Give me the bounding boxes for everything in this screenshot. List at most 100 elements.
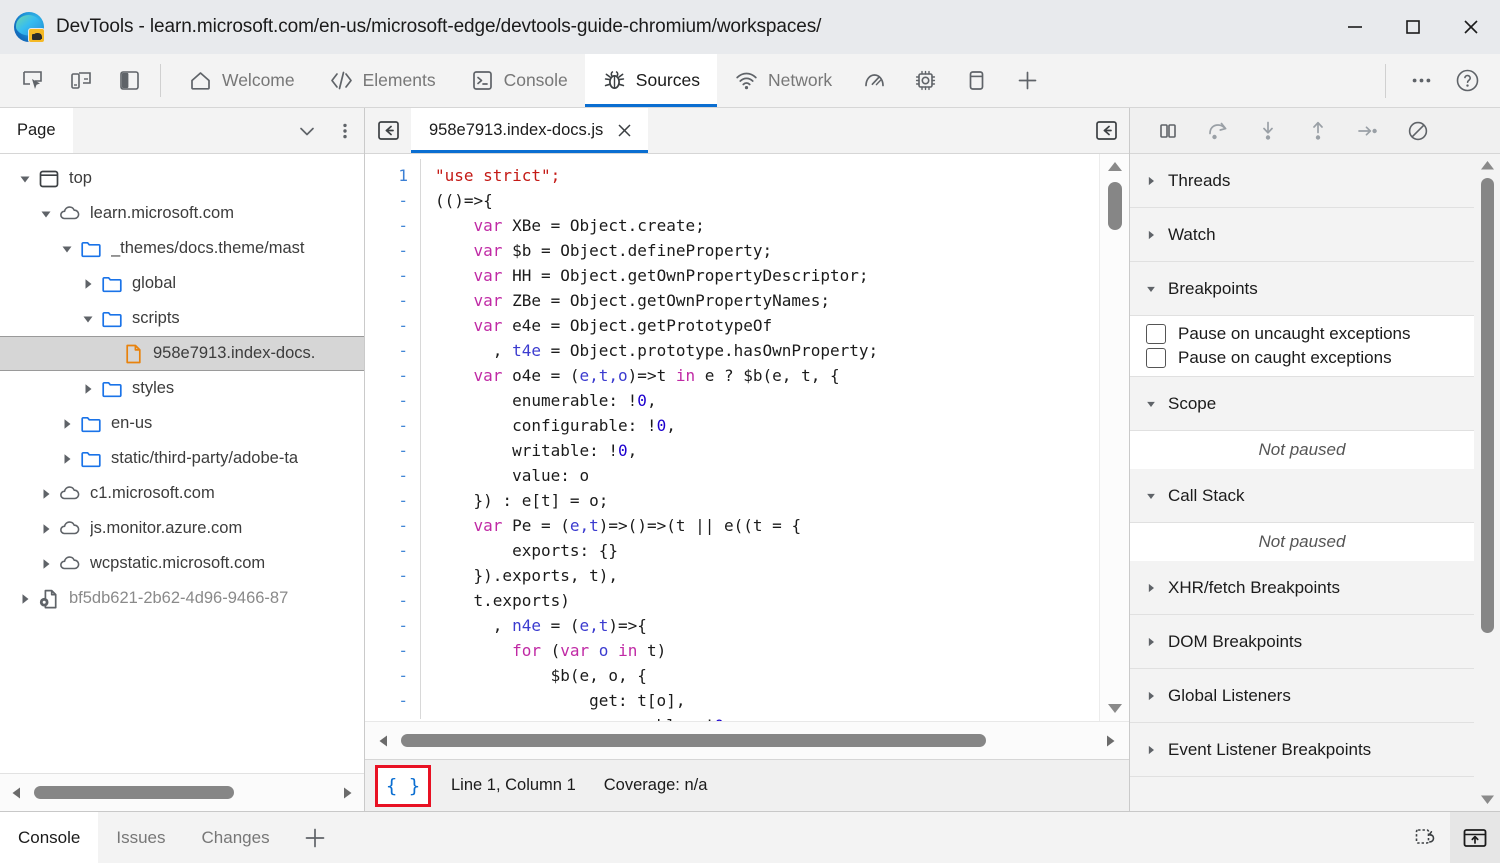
chevron-down-icon[interactable] xyxy=(56,242,78,256)
debugger-section-event-listener-breakpoints[interactable]: Event Listener Breakpoints xyxy=(1130,723,1474,777)
line-number[interactable]: - xyxy=(365,313,420,338)
code-line[interactable]: , t4e = Object.prototype.hasOwnProperty; xyxy=(435,338,1099,363)
tree-item-bf5db621-2b62-4d96-9466-87[interactable]: bf5db621-2b62-4d96-9466-87 xyxy=(0,581,364,616)
drawer-tab-issues[interactable]: Issues xyxy=(98,812,183,863)
chevron-down-icon[interactable] xyxy=(14,172,36,186)
scroll-right-arrow[interactable] xyxy=(1097,733,1123,749)
step-icon[interactable] xyxy=(1346,111,1390,151)
line-number[interactable]: - xyxy=(365,263,420,288)
scroll-left-arrow[interactable] xyxy=(371,733,397,749)
tree-item-en-us[interactable]: en-us xyxy=(0,406,364,441)
code-line[interactable]: var o4e = (e,t,o)=>t in e ? $b(e, t, { xyxy=(435,363,1099,388)
chevron-right-icon[interactable] xyxy=(56,452,78,466)
maximize-button[interactable] xyxy=(1384,0,1442,54)
code-line[interactable]: var e4e = Object.getPrototypeOf xyxy=(435,313,1099,338)
code-editor[interactable]: 1---------------------- "use strict";(()… xyxy=(365,154,1129,721)
source-code[interactable]: "use strict"; (()=>{ var XBe = Object.cre… xyxy=(421,154,1099,721)
expand-debugger-icon[interactable] xyxy=(1083,108,1129,153)
code-line[interactable]: configurable: !0, xyxy=(435,413,1099,438)
tree-item-styles[interactable]: styles xyxy=(0,371,364,406)
tree-item-themes-docs-theme-mast[interactable]: _themes/docs.theme/mast xyxy=(0,231,364,266)
panel-layout-icon[interactable] xyxy=(108,60,150,102)
code-line[interactable]: , n4e = (e,t)=>{ xyxy=(435,613,1099,638)
code-line[interactable]: t.exports) xyxy=(435,588,1099,613)
tree-item-static-third-party-adobe-ta[interactable]: static/third-party/adobe-ta xyxy=(0,441,364,476)
code-line[interactable]: }) : e[t] = o; xyxy=(435,488,1099,513)
line-number[interactable]: - xyxy=(365,613,420,638)
line-number[interactable]: - xyxy=(365,563,420,588)
tree-item-958e7913-index-docs[interactable]: 958e7913.index-docs. xyxy=(0,336,364,371)
line-number[interactable]: - xyxy=(365,588,420,613)
code-line[interactable]: var Pe = (e,t)=>()=>(t || e((t = { xyxy=(435,513,1099,538)
chevron-right-icon[interactable] xyxy=(35,522,57,536)
code-line[interactable]: var $b = Object.defineProperty; xyxy=(435,238,1099,263)
line-number[interactable]: - xyxy=(365,388,420,413)
pretty-print-button[interactable]: { } xyxy=(375,764,431,807)
deactivate-breakpoints-icon[interactable] xyxy=(1396,111,1440,151)
code-line[interactable]: var HH = Object.getOwnPropertyDescriptor… xyxy=(435,263,1099,288)
line-number[interactable]: - xyxy=(365,438,420,463)
code-line[interactable]: }).exports, t), xyxy=(435,563,1099,588)
vertical-ellipsis-icon[interactable] xyxy=(326,108,364,153)
scroll-right-arrow[interactable] xyxy=(334,785,360,801)
editor-scroll-thumb[interactable] xyxy=(1107,182,1122,230)
chevron-right-icon[interactable] xyxy=(35,557,57,571)
close-icon[interactable] xyxy=(614,121,634,141)
checkbox[interactable] xyxy=(1146,324,1166,344)
editor-file-tab[interactable]: 958e7913.index-docs.js xyxy=(411,108,649,153)
code-line[interactable]: get: t[o], xyxy=(435,688,1099,713)
tab-sources[interactable]: Sources xyxy=(584,54,718,107)
navigator-tab-page[interactable]: Page xyxy=(0,108,73,153)
line-number[interactable]: - xyxy=(365,663,420,688)
debugger-section-scope[interactable]: Scope xyxy=(1130,377,1474,431)
pause-icon[interactable] xyxy=(1146,111,1190,151)
code-line[interactable]: "use strict"; xyxy=(435,163,1099,188)
line-number[interactable]: - xyxy=(365,513,420,538)
line-number[interactable]: - xyxy=(365,363,420,388)
debugger-section-global-listeners[interactable]: Global Listeners xyxy=(1130,669,1474,723)
tab-console[interactable]: Console xyxy=(453,54,585,107)
line-number[interactable]: - xyxy=(365,463,420,488)
restore-icon[interactable] xyxy=(1400,812,1450,863)
debugger-scroll-thumb[interactable] xyxy=(1480,178,1494,633)
editor-vertical-scrollbar[interactable] xyxy=(1099,154,1129,721)
chevron-right-icon[interactable] xyxy=(56,417,78,431)
chevron-right-icon[interactable] xyxy=(77,277,99,291)
tree-item-learn-microsoft-com[interactable]: learn.microsoft.com xyxy=(0,196,364,231)
tree-item-top[interactable]: top xyxy=(0,161,364,196)
tree-item-wcpstatic-microsoft-com[interactable]: wcpstatic.microsoft.com xyxy=(0,546,364,581)
tab-performance[interactable] xyxy=(849,54,900,107)
editor-scroll-track[interactable] xyxy=(397,722,1097,760)
chevron-down-icon[interactable] xyxy=(77,312,99,326)
ellipsis-icon[interactable] xyxy=(1400,60,1442,102)
chevron-right-icon[interactable] xyxy=(35,487,57,501)
step-over-icon[interactable] xyxy=(1196,111,1240,151)
tab-memory[interactable] xyxy=(900,54,951,107)
inspect-cursor-icon[interactable] xyxy=(12,60,54,102)
debugger-section-breakpoints[interactable]: Breakpoints xyxy=(1130,262,1474,316)
more-tools-plus-icon[interactable] xyxy=(1002,54,1053,107)
code-line[interactable]: enumerable: !0, xyxy=(435,388,1099,413)
file-tree[interactable]: top learn.microsoft.com _themes/docs.theme… xyxy=(0,154,364,773)
code-line[interactable]: value: o xyxy=(435,463,1099,488)
navigator-scroll-thumb[interactable] xyxy=(34,786,234,799)
scroll-left-arrow[interactable] xyxy=(4,785,30,801)
tab-network[interactable]: Network xyxy=(717,54,849,107)
dock-bottom-icon[interactable] xyxy=(1450,812,1500,863)
debugger-section-call-stack[interactable]: Call Stack xyxy=(1130,469,1474,523)
debugger-section-threads[interactable]: Threads xyxy=(1130,154,1474,208)
checkbox[interactable] xyxy=(1146,348,1166,368)
device-toggle-icon[interactable] xyxy=(60,60,102,102)
drawer-add-tab-plus-icon[interactable] xyxy=(288,812,342,863)
tab-application[interactable] xyxy=(951,54,1002,107)
debugger-section-watch[interactable]: Watch xyxy=(1130,208,1474,262)
drawer-tab-console[interactable]: Console xyxy=(0,812,99,863)
line-number[interactable]: 1 xyxy=(365,163,420,188)
code-line[interactable]: (()=>{ xyxy=(435,188,1099,213)
chevron-down-icon[interactable] xyxy=(35,207,57,221)
line-number[interactable]: - xyxy=(365,688,420,713)
tree-item-global[interactable]: global xyxy=(0,266,364,301)
breakpoint-option-row[interactable]: Pause on caught exceptions xyxy=(1130,346,1474,370)
line-number[interactable]: - xyxy=(365,488,420,513)
line-number[interactable]: - xyxy=(365,338,420,363)
